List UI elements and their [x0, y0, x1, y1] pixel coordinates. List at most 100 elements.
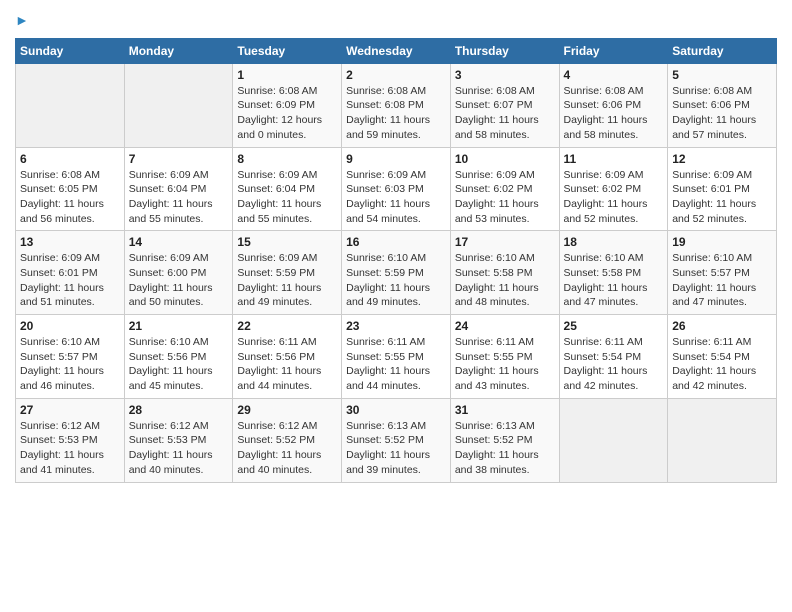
day-info: Sunrise: 6:08 AM Sunset: 6:06 PM Dayligh… [564, 84, 664, 143]
day-number: 12 [672, 152, 772, 166]
day-number: 1 [237, 68, 337, 82]
day-number: 29 [237, 403, 337, 417]
day-info: Sunrise: 6:10 AM Sunset: 5:57 PM Dayligh… [20, 335, 120, 394]
calendar-cell: 1 Sunrise: 6:08 AM Sunset: 6:09 PM Daylig… [233, 63, 342, 147]
day-number: 8 [237, 152, 337, 166]
calendar-cell: 27Sunrise: 6:12 AM Sunset: 5:53 PM Dayli… [16, 398, 125, 482]
logo: ► [15, 10, 29, 30]
day-number: 2 [346, 68, 446, 82]
day-number: 3 [455, 68, 555, 82]
day-info: Sunrise: 6:11 AM Sunset: 5:56 PM Dayligh… [237, 335, 337, 394]
day-info: Sunrise: 6:10 AM Sunset: 5:56 PM Dayligh… [129, 335, 229, 394]
calendar-cell: 3 Sunrise: 6:08 AM Sunset: 6:07 PM Daylig… [450, 63, 559, 147]
day-number: 22 [237, 319, 337, 333]
day-number: 31 [455, 403, 555, 417]
day-info: Sunrise: 6:08 AM Sunset: 6:08 PM Dayligh… [346, 84, 446, 143]
day-number: 9 [346, 152, 446, 166]
day-info: Sunrise: 6:09 AM Sunset: 6:02 PM Dayligh… [564, 168, 664, 227]
day-info: Sunrise: 6:10 AM Sunset: 5:57 PM Dayligh… [672, 251, 772, 310]
day-info: Sunrise: 6:09 AM Sunset: 5:59 PM Dayligh… [237, 251, 337, 310]
day-info: Sunrise: 6:08 AM Sunset: 6:09 PM Dayligh… [237, 84, 337, 143]
calendar-cell: 9 Sunrise: 6:09 AM Sunset: 6:03 PM Daylig… [342, 147, 451, 231]
calendar-cell: 13Sunrise: 6:09 AM Sunset: 6:01 PM Dayli… [16, 231, 125, 315]
day-number: 7 [129, 152, 229, 166]
calendar-cell [668, 398, 777, 482]
day-info: Sunrise: 6:12 AM Sunset: 5:53 PM Dayligh… [20, 419, 120, 478]
calendar-cell: 7 Sunrise: 6:09 AM Sunset: 6:04 PM Daylig… [124, 147, 233, 231]
week-row-2: 6 Sunrise: 6:08 AM Sunset: 6:05 PM Daylig… [16, 147, 777, 231]
calendar-cell: 25 Sunrise: 6:11 AM Sunset: 5:54 PM Dayli… [559, 315, 668, 399]
day-number: 19 [672, 235, 772, 249]
calendar-cell: 11Sunrise: 6:09 AM Sunset: 6:02 PM Dayli… [559, 147, 668, 231]
calendar-header-row: SundayMondayTuesdayWednesdayThursdayFrid… [16, 38, 777, 63]
day-info: Sunrise: 6:09 AM Sunset: 6:03 PM Dayligh… [346, 168, 446, 227]
day-number: 25 [564, 319, 664, 333]
day-info: Sunrise: 6:11 AM Sunset: 5:54 PM Dayligh… [672, 335, 772, 394]
day-info: Sunrise: 6:09 AM Sunset: 6:00 PM Dayligh… [129, 251, 229, 310]
calendar-cell: 18Sunrise: 6:10 AM Sunset: 5:58 PM Dayli… [559, 231, 668, 315]
day-number: 18 [564, 235, 664, 249]
day-info: Sunrise: 6:09 AM Sunset: 6:01 PM Dayligh… [20, 251, 120, 310]
col-header-monday: Monday [124, 38, 233, 63]
day-number: 30 [346, 403, 446, 417]
calendar-cell: 29 Sunrise: 6:12 AM Sunset: 5:52 PM Dayli… [233, 398, 342, 482]
day-info: Sunrise: 6:09 AM Sunset: 6:01 PM Dayligh… [672, 168, 772, 227]
col-header-thursday: Thursday [450, 38, 559, 63]
calendar-cell: 22 Sunrise: 6:11 AM Sunset: 5:56 PM Dayli… [233, 315, 342, 399]
day-number: 24 [455, 319, 555, 333]
day-info: Sunrise: 6:11 AM Sunset: 5:55 PM Dayligh… [346, 335, 446, 394]
calendar-table: SundayMondayTuesdayWednesdayThursdayFrid… [15, 38, 777, 483]
calendar-cell: 21 Sunrise: 6:10 AM Sunset: 5:56 PM Dayli… [124, 315, 233, 399]
day-info: Sunrise: 6:13 AM Sunset: 5:52 PM Dayligh… [455, 419, 555, 478]
day-info: Sunrise: 6:08 AM Sunset: 6:05 PM Dayligh… [20, 168, 120, 227]
day-number: 23 [346, 319, 446, 333]
calendar-cell: 2 Sunrise: 6:08 AM Sunset: 6:08 PM Daylig… [342, 63, 451, 147]
day-info: Sunrise: 6:11 AM Sunset: 5:54 PM Dayligh… [564, 335, 664, 394]
calendar-cell: 12 Sunrise: 6:09 AM Sunset: 6:01 PM Dayli… [668, 147, 777, 231]
day-info: Sunrise: 6:10 AM Sunset: 5:59 PM Dayligh… [346, 251, 446, 310]
calendar-cell: 26 Sunrise: 6:11 AM Sunset: 5:54 PM Dayli… [668, 315, 777, 399]
day-number: 20 [20, 319, 120, 333]
day-info: Sunrise: 6:09 AM Sunset: 6:02 PM Dayligh… [455, 168, 555, 227]
day-number: 10 [455, 152, 555, 166]
calendar-cell [124, 63, 233, 147]
day-info: Sunrise: 6:12 AM Sunset: 5:52 PM Dayligh… [237, 419, 337, 478]
day-info: Sunrise: 6:09 AM Sunset: 6:04 PM Dayligh… [129, 168, 229, 227]
week-row-3: 13Sunrise: 6:09 AM Sunset: 6:01 PM Dayli… [16, 231, 777, 315]
calendar-cell: 24 Sunrise: 6:11 AM Sunset: 5:55 PM Dayli… [450, 315, 559, 399]
calendar-cell: 8 Sunrise: 6:09 AM Sunset: 6:04 PM Daylig… [233, 147, 342, 231]
calendar-cell: 17 Sunrise: 6:10 AM Sunset: 5:58 PM Dayli… [450, 231, 559, 315]
day-info: Sunrise: 6:09 AM Sunset: 6:04 PM Dayligh… [237, 168, 337, 227]
week-row-5: 27Sunrise: 6:12 AM Sunset: 5:53 PM Dayli… [16, 398, 777, 482]
day-number: 4 [564, 68, 664, 82]
week-row-1: 1 Sunrise: 6:08 AM Sunset: 6:09 PM Daylig… [16, 63, 777, 147]
calendar-cell: 4 Sunrise: 6:08 AM Sunset: 6:06 PM Daylig… [559, 63, 668, 147]
day-info: Sunrise: 6:11 AM Sunset: 5:55 PM Dayligh… [455, 335, 555, 394]
calendar-cell: 6 Sunrise: 6:08 AM Sunset: 6:05 PM Daylig… [16, 147, 125, 231]
day-info: Sunrise: 6:08 AM Sunset: 6:06 PM Dayligh… [672, 84, 772, 143]
day-number: 21 [129, 319, 229, 333]
day-number: 26 [672, 319, 772, 333]
day-info: Sunrise: 6:08 AM Sunset: 6:07 PM Dayligh… [455, 84, 555, 143]
calendar-cell [16, 63, 125, 147]
day-info: Sunrise: 6:10 AM Sunset: 5:58 PM Dayligh… [455, 251, 555, 310]
calendar-cell: 5 Sunrise: 6:08 AM Sunset: 6:06 PM Daylig… [668, 63, 777, 147]
calendar-cell: 15Sunrise: 6:09 AM Sunset: 5:59 PM Dayli… [233, 231, 342, 315]
col-header-sunday: Sunday [16, 38, 125, 63]
day-number: 6 [20, 152, 120, 166]
calendar-cell: 14 Sunrise: 6:09 AM Sunset: 6:00 PM Dayli… [124, 231, 233, 315]
day-number: 16 [346, 235, 446, 249]
day-number: 17 [455, 235, 555, 249]
col-header-tuesday: Tuesday [233, 38, 342, 63]
col-header-wednesday: Wednesday [342, 38, 451, 63]
day-number: 14 [129, 235, 229, 249]
day-number: 5 [672, 68, 772, 82]
page-header: ► [15, 10, 777, 30]
calendar-cell: 16 Sunrise: 6:10 AM Sunset: 5:59 PM Dayli… [342, 231, 451, 315]
calendar-cell: 19 Sunrise: 6:10 AM Sunset: 5:57 PM Dayli… [668, 231, 777, 315]
calendar-cell: 31 Sunrise: 6:13 AM Sunset: 5:52 PM Dayli… [450, 398, 559, 482]
calendar-cell: 20 Sunrise: 6:10 AM Sunset: 5:57 PM Dayli… [16, 315, 125, 399]
day-info: Sunrise: 6:12 AM Sunset: 5:53 PM Dayligh… [129, 419, 229, 478]
calendar-cell: 28Sunrise: 6:12 AM Sunset: 5:53 PM Dayli… [124, 398, 233, 482]
calendar-cell: 30Sunrise: 6:13 AM Sunset: 5:52 PM Dayli… [342, 398, 451, 482]
